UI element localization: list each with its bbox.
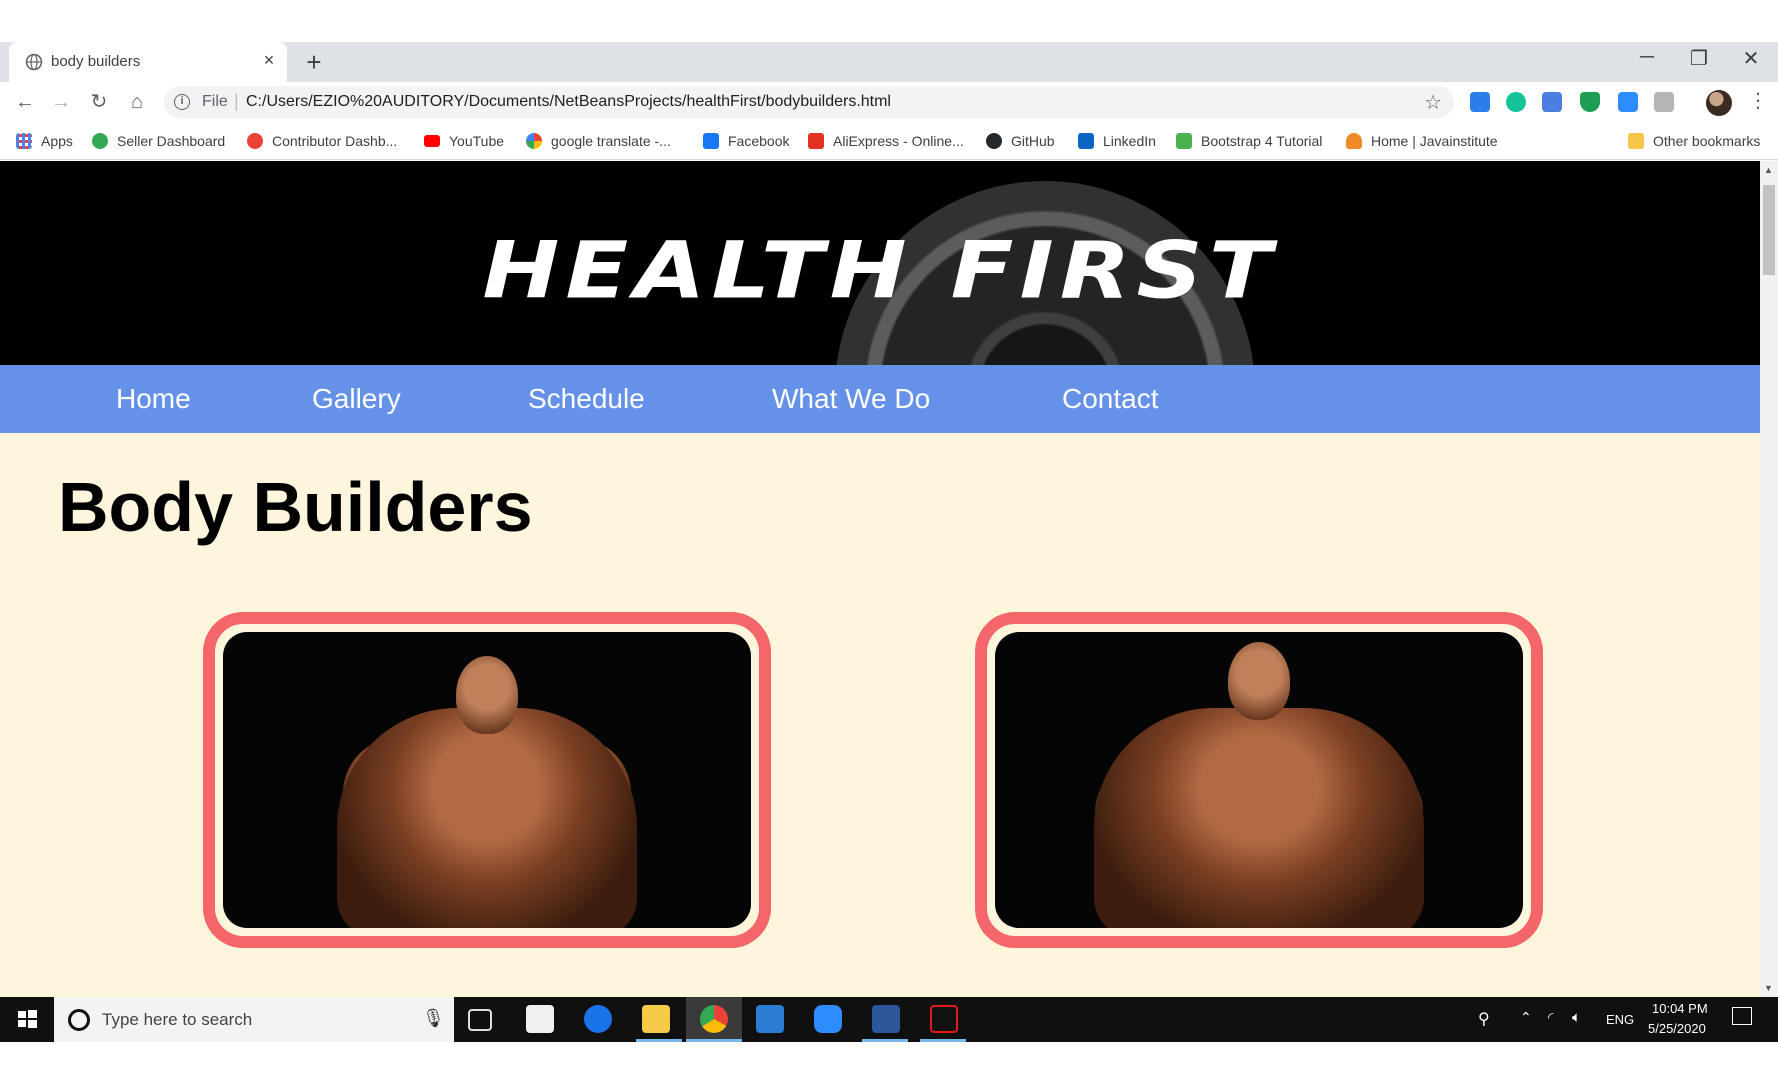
nav-schedule[interactable]: Schedule — [528, 383, 645, 415]
java-icon — [1346, 133, 1362, 149]
bookmark-facebook[interactable]: Facebook — [703, 131, 789, 151]
windows-start-icon[interactable] — [0, 997, 54, 1042]
bookmark-seller-dashboard[interactable]: Seller Dashboard — [92, 131, 225, 151]
youtube-icon — [424, 135, 440, 147]
github-icon — [986, 133, 1002, 149]
browser-tab[interactable]: body builders × — [9, 42, 287, 82]
address-bar[interactable]: i File | C:/Users/EZIO%20AUDITORY/Docume… — [164, 86, 1454, 118]
clock-time[interactable]: 10:04 PM — [1652, 1001, 1708, 1016]
zoom-app-icon[interactable] — [814, 1005, 842, 1033]
minimize-button[interactable]: ─ — [1632, 46, 1662, 69]
shield-icon[interactable] — [1580, 92, 1600, 112]
url-separator: | — [234, 91, 239, 111]
page-scrollbar[interactable]: ▲ ▼ — [1760, 161, 1778, 997]
back-button[interactable]: ← — [12, 89, 38, 115]
notification-icon[interactable] — [1732, 1007, 1752, 1025]
task-view-icon[interactable] — [468, 1009, 492, 1031]
wifi-icon[interactable]: ◜ — [1548, 1009, 1553, 1026]
home-button[interactable]: ⌂ — [124, 89, 150, 115]
cortana-icon — [68, 1009, 90, 1031]
page-heading: Body Builders — [58, 468, 533, 546]
bookmark-aliexpress[interactable]: AliExpress - Online... — [808, 131, 964, 151]
zoom-icon[interactable] — [1618, 92, 1638, 112]
taskbar-search[interactable]: Type here to search 🎙 — [54, 997, 454, 1042]
file-explorer-icon[interactable] — [642, 1005, 670, 1033]
tab-title: body builders — [51, 53, 141, 70]
profile-avatar[interactable] — [1706, 90, 1732, 116]
translate-icon[interactable] — [1542, 92, 1562, 112]
store-icon[interactable] — [526, 1005, 554, 1033]
site-nav: Home Gallery Schedule What We Do Contact — [0, 365, 1760, 433]
browser-toolbar: ← → ↻ ⌂ i File | C:/Users/EZIO%20AUDITOR… — [0, 82, 1778, 122]
forward-button[interactable]: → — [48, 89, 74, 115]
facebook-icon — [703, 133, 719, 149]
language-indicator[interactable]: ENG — [1606, 1012, 1634, 1027]
globe-icon — [25, 53, 43, 71]
pdf-extension-icon[interactable] — [1654, 92, 1674, 112]
bookmark-github[interactable]: GitHub — [986, 131, 1055, 151]
volume-icon[interactable]: 🔈︎ — [1572, 1009, 1581, 1026]
w3schools-icon — [1176, 133, 1192, 149]
bodybuilder-photo — [995, 632, 1523, 928]
url-text[interactable]: C:/Users/EZIO%20AUDITORY/Documents/NetBe… — [246, 93, 891, 111]
restore-button[interactable]: ❐ — [1684, 46, 1714, 71]
aliexpress-icon — [808, 133, 824, 149]
contributor-icon — [247, 133, 263, 149]
bodybuilder-card — [203, 612, 771, 948]
seller-dashboard-icon — [92, 133, 108, 149]
acrobat-icon[interactable] — [930, 1005, 958, 1033]
bookmark-javainstitute[interactable]: Home | Javainstitute — [1346, 131, 1498, 151]
bookmarks-bar: Apps Seller Dashboard Contributor Dashb.… — [0, 122, 1778, 160]
chrome-icon[interactable] — [700, 1005, 728, 1033]
bookmark-apps[interactable]: Apps — [16, 131, 73, 151]
tab-close-icon[interactable]: × — [259, 50, 279, 71]
bookmark-bootstrap[interactable]: Bootstrap 4 Tutorial — [1176, 131, 1322, 151]
google-icon — [526, 133, 542, 149]
bookmark-linkedin[interactable]: LinkedIn — [1078, 131, 1156, 151]
grammarly-icon[interactable] — [1506, 92, 1526, 112]
word-icon[interactable] — [872, 1005, 900, 1033]
header-banner: HEALTH FIRST — [0, 161, 1760, 365]
reload-button[interactable]: ↻ — [86, 89, 112, 115]
bodybuilder-photo — [223, 632, 751, 928]
search-placeholder: Type here to search — [102, 1010, 253, 1029]
microphone-icon[interactable]: 🎙 — [422, 1008, 445, 1029]
folder-icon — [1628, 133, 1644, 149]
bookmark-google-translate[interactable]: google translate -... — [526, 131, 671, 151]
bookmark-contributor-dashboard[interactable]: Contributor Dashb... — [247, 131, 397, 151]
extension-icon[interactable] — [1470, 92, 1490, 112]
edge-icon[interactable] — [584, 1005, 612, 1033]
bookmark-other[interactable]: Other bookmarks — [1628, 131, 1760, 151]
apps-grid-icon — [16, 133, 32, 149]
scroll-up-icon[interactable]: ▲ — [1764, 165, 1773, 175]
windows-taskbar: Type here to search 🎙 ⚲ ⌃ ◜ 🔈︎ ENG 10:04… — [0, 997, 1778, 1042]
info-icon[interactable]: i — [174, 94, 190, 110]
scrollbar-thumb[interactable] — [1763, 185, 1775, 275]
nav-contact[interactable]: Contact — [1062, 383, 1159, 415]
url-scheme: File — [202, 93, 228, 110]
nav-home[interactable]: Home — [116, 383, 191, 415]
nav-what-we-do[interactable]: What We Do — [772, 383, 930, 415]
clock-date[interactable]: 5/25/2020 — [1648, 1021, 1706, 1036]
bookmark-youtube[interactable]: YouTube — [424, 131, 504, 151]
close-window-button[interactable]: ✕ — [1736, 46, 1766, 71]
page-viewport: HEALTH FIRST Home Gallery Schedule What … — [0, 161, 1760, 997]
scroll-down-icon[interactable]: ▼ — [1764, 983, 1773, 993]
nav-gallery[interactable]: Gallery — [312, 383, 401, 415]
mail-icon[interactable] — [756, 1005, 784, 1033]
linkedin-icon — [1078, 133, 1094, 149]
screen: body builders × + ─ ❐ ✕ ← → ↻ ⌂ i File |… — [0, 0, 1778, 1085]
bookmark-star-icon[interactable]: ☆ — [1424, 90, 1442, 115]
people-icon[interactable]: ⚲ — [1478, 1009, 1490, 1029]
bodybuilder-card — [975, 612, 1543, 948]
new-tab-button[interactable]: + — [300, 47, 328, 78]
chevron-up-icon[interactable]: ⌃ — [1520, 1009, 1532, 1026]
browser-menu-icon[interactable]: ⋮ — [1748, 88, 1768, 113]
site-logo: HEALTH FIRST — [482, 225, 1278, 316]
tab-strip: body builders × + ─ ❐ ✕ — [0, 42, 1778, 82]
